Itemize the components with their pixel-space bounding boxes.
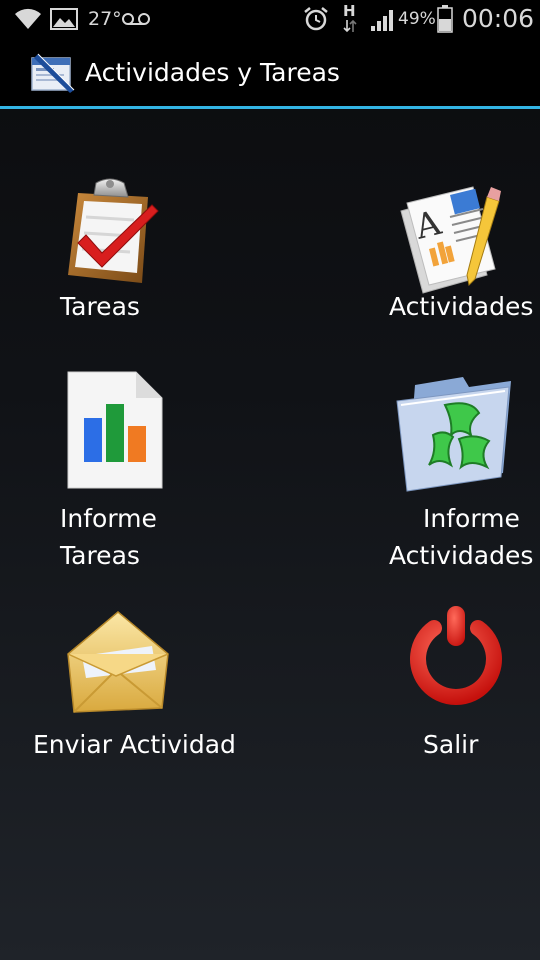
menu-item-label: Tareas <box>60 292 140 321</box>
bar-chart-document-icon <box>67 371 163 489</box>
menu-item-label: Salir <box>423 730 479 759</box>
action-bar: Actividades y Tareas <box>0 38 540 109</box>
menu-item-label: Actividades <box>389 292 534 321</box>
clipboard-check-icon <box>68 178 159 283</box>
menu-item-informe-tareas[interactable]: Informe Tareas <box>50 365 180 575</box>
status-bar: 27° H 49% 00:06 <box>0 0 540 38</box>
temperature: 27° <box>88 8 122 30</box>
alarm-icon <box>304 7 328 31</box>
network-type: H <box>343 2 356 20</box>
power-icon <box>410 606 502 705</box>
app-title: Actividades y Tareas <box>85 58 340 87</box>
clock: 00:06 <box>462 4 535 33</box>
app-logo-icon[interactable] <box>30 52 76 94</box>
menu-item-label: Informe Tareas <box>60 504 157 570</box>
document-pencil-icon: A <box>400 186 501 294</box>
menu-item-actividades[interactable]: A Actividades <box>385 170 535 330</box>
menu-item-tareas[interactable]: Tareas <box>50 170 160 330</box>
envelope-icon <box>67 611 169 713</box>
voicemail-icon <box>122 13 150 25</box>
image-icon <box>50 8 78 30</box>
menu-item-label: Enviar Actividad <box>33 730 236 759</box>
menu-item-label: Informe Actividades <box>389 504 534 570</box>
data-transfer-icon <box>343 19 357 33</box>
menu-item-salir[interactable]: Salir <box>400 600 520 770</box>
battery-percent: 49% <box>398 9 436 29</box>
menu-item-informe-actividades[interactable]: Informe Actividades <box>385 365 535 575</box>
wifi-icon <box>15 8 41 29</box>
signal-icon <box>371 10 393 31</box>
menu-item-enviar-actividad[interactable]: Enviar Actividad <box>30 600 240 770</box>
folder-excel-icon <box>396 377 511 492</box>
battery-icon <box>437 5 453 33</box>
